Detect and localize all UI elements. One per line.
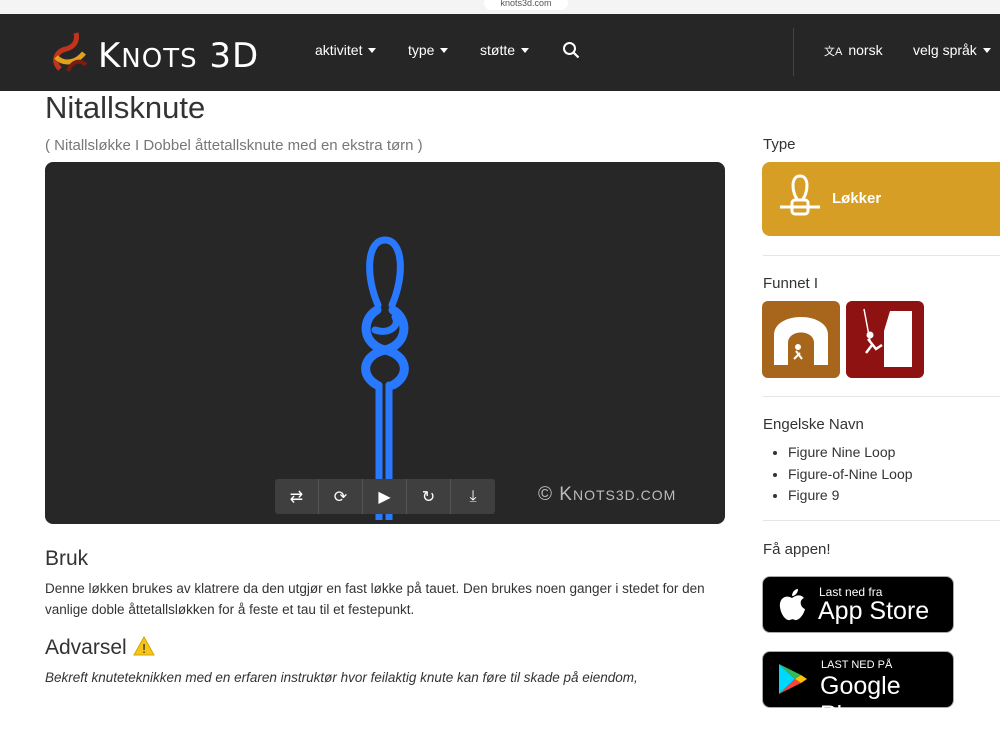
list-item: Figure 9: [788, 485, 913, 507]
viewer-controls: ⇄ ⟳ ▶ ↻ ⤓: [275, 479, 495, 514]
menu-type-label: type: [408, 42, 435, 58]
sidebar-divider: [763, 255, 1000, 256]
play-icon[interactable]: ▶: [363, 479, 407, 514]
top-navbar: KNOTS 3D aktivitet type støtte 文A norsk v…: [0, 14, 1000, 91]
get-app-heading: Få appen!: [763, 541, 831, 558]
english-names-heading: Engelske Navn: [763, 416, 864, 433]
list-item: Figure-of-Nine Loop: [788, 464, 913, 486]
brand-3d: 3D: [209, 36, 260, 76]
page-title: Nitallsknute: [45, 90, 206, 125]
menu-aktivitet[interactable]: aktivitet: [315, 42, 377, 58]
watermark-main: © K: [538, 484, 573, 505]
caret-down-icon: [368, 48, 377, 53]
activity-climbing-tile[interactable]: [846, 301, 924, 378]
browser-url-bar: knots3d.com: [0, 0, 1000, 14]
download-icon[interactable]: ⤓: [451, 479, 495, 514]
warning-text: Bekreft knuteteknikken med en erfaren in…: [45, 670, 638, 685]
language-current[interactable]: 文A norsk: [824, 42, 883, 59]
cave-icon: [774, 317, 828, 365]
climbing-icon: [863, 308, 912, 367]
sidebar-divider: [763, 396, 1000, 397]
search-icon[interactable]: [562, 41, 580, 59]
watermark-small: NOTS3D.COM: [572, 487, 677, 503]
nav-divider: [793, 28, 794, 76]
usage-text: Denne løkken brukes av klatrere da den u…: [45, 581, 705, 617]
loop-icon[interactable]: ↻: [407, 479, 451, 514]
brand-name[interactable]: KNOTS 3D: [98, 36, 259, 76]
menu-stotte[interactable]: støtte: [480, 42, 530, 58]
type-card-label: Løkker: [832, 190, 882, 207]
menu-aktivitet-label: aktivitet: [315, 42, 363, 58]
type-heading: Type: [763, 136, 796, 153]
caret-down-icon: [440, 48, 449, 53]
menu-type[interactable]: type: [408, 42, 449, 58]
loop-type-icon: [780, 174, 820, 216]
brand-k: K: [98, 36, 122, 76]
type-card-loops[interactable]: Løkker: [762, 162, 1000, 236]
translate-icon: 文A: [824, 46, 843, 58]
language-current-label: norsk: [848, 42, 883, 58]
language-select[interactable]: velg språk: [913, 42, 991, 58]
caret-down-icon: [521, 48, 530, 53]
rotate-icon[interactable]: ⟳: [319, 479, 363, 514]
warning-heading-label: Advarsel: [45, 636, 127, 659]
google-play-button[interactable]: LAST NED PÅ Google Play: [762, 651, 954, 729]
apple-icon: [779, 589, 805, 621]
menu-stotte-label: støtte: [480, 42, 516, 58]
brand-nots: NOTS: [121, 44, 198, 74]
warning-heading: Advarsel !: [45, 635, 155, 660]
swap-arrows-icon[interactable]: ⇄: [275, 479, 319, 514]
google-play-icon: [779, 664, 807, 694]
list-item: Figure Nine Loop: [788, 442, 913, 464]
svg-text:!: !: [141, 642, 146, 656]
url-text[interactable]: knots3d.com: [484, 0, 568, 10]
english-names-list: Figure Nine Loop Figure-of-Nine Loop Fig…: [788, 442, 913, 507]
google-play-small-text: LAST NED PÅ: [821, 659, 893, 671]
warning-icon: !: [132, 635, 155, 656]
knots3d-logo-icon[interactable]: [50, 31, 90, 75]
found-in-heading: Funnet I: [763, 275, 819, 292]
caret-down-icon: [982, 48, 991, 53]
knot-rope-3d-icon: [361, 236, 409, 520]
app-store-big-text: App Store: [818, 597, 930, 625]
viewer-watermark: © KNOTS3D.COM: [538, 484, 676, 506]
sidebar-divider: [763, 520, 1000, 521]
page-subtitle: ( Nitallsløkke I Dobbel åttetallsknute m…: [45, 137, 423, 154]
language-select-label: velg språk: [913, 42, 977, 58]
app-store-button[interactable]: Last ned fra App Store: [762, 576, 954, 633]
activity-caving-tile[interactable]: [762, 301, 840, 378]
usage-heading: Bruk: [45, 547, 89, 570]
google-play-big-text: Google Play: [820, 672, 901, 729]
